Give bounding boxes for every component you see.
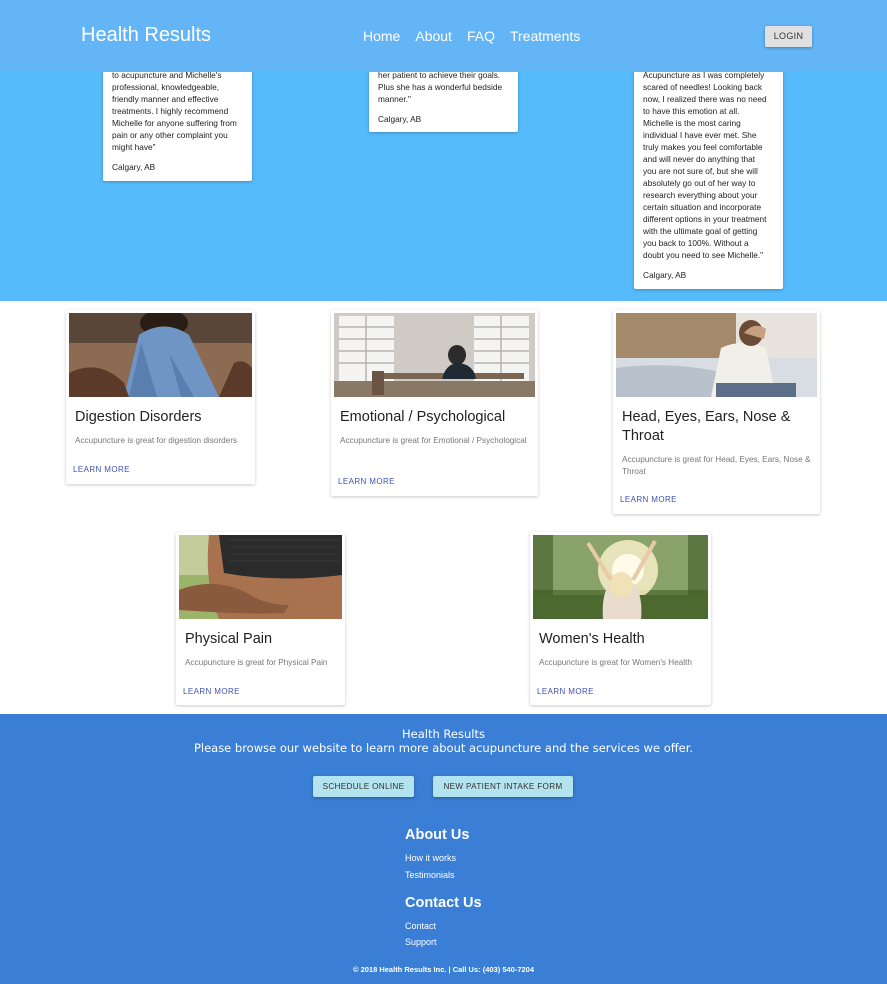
service-card-head: Head, Eyes, Ears, Nose & Throat Accupunc… xyxy=(613,310,820,514)
learn-more-link[interactable]: LEARN MORE xyxy=(537,687,594,696)
copyright-text: © 2018 Health Results Inc. | Call Us: (4… xyxy=(352,965,535,974)
testimonial-location: Calgary, AB xyxy=(378,114,422,124)
service-card-physical: Physical Pain Accupuncture is great for … xyxy=(176,532,345,705)
service-image xyxy=(533,535,708,619)
nav-home[interactable]: Home xyxy=(363,28,400,44)
service-image xyxy=(179,535,342,619)
learn-more-link[interactable]: LEARN MORE xyxy=(183,687,240,696)
learn-more-link[interactable]: LEARN MORE xyxy=(73,465,130,474)
about-heading: About Us xyxy=(405,827,470,843)
service-image xyxy=(69,313,252,397)
service-title: Digestion Disorders xyxy=(75,409,202,425)
footer-link-testimonials[interactable]: Testimonials xyxy=(405,870,455,880)
footer-link-how-it-works[interactable]: How it works xyxy=(405,853,456,863)
nav-faq[interactable]: FAQ xyxy=(467,28,495,44)
footer-title: Health Results xyxy=(402,727,485,741)
schedule-online-button[interactable]: SCHEDULE ONLINE xyxy=(313,776,414,797)
service-description: Accupuncture is great for Women's Health xyxy=(539,658,692,667)
learn-more-link[interactable]: LEARN MORE xyxy=(338,477,395,486)
footer-link-support[interactable]: Support xyxy=(405,937,437,947)
footer-link-contact[interactable]: Contact xyxy=(405,921,436,931)
footer-subtitle: Please browse our website to learn more … xyxy=(193,741,694,755)
service-title: Physical Pain xyxy=(185,631,273,647)
intake-form-button[interactable]: NEW PATIENT INTAKE FORM xyxy=(433,776,573,797)
service-description: Accupuncture is great for Physical Pain xyxy=(185,658,328,667)
site-footer: Health Results Please browse our website… xyxy=(0,714,887,984)
login-button[interactable]: LOGIN xyxy=(765,26,812,47)
learn-more-link[interactable]: LEARN MORE xyxy=(620,495,677,504)
service-description: Accupuncture is great for Head, Eyes, Ea… xyxy=(622,455,811,476)
top-navbar: Health Results Home About FAQ Treatments… xyxy=(0,0,887,72)
contact-heading: Contact Us xyxy=(405,895,482,911)
main-nav: Home About FAQ Treatments xyxy=(363,28,580,44)
service-card-womens: Women's Health Accupuncture is great for… xyxy=(530,532,711,705)
nav-treatments[interactable]: Treatments xyxy=(510,28,580,44)
service-description: Accupuncture is great for Emotional / Ps… xyxy=(340,436,527,445)
service-card-emotional: Emotional / Psychological Accupuncture i… xyxy=(331,310,538,496)
testimonial-location: Calgary, AB xyxy=(643,270,687,280)
service-title: Head, Eyes, Ears, Nose & Throat xyxy=(622,409,791,444)
nav-about[interactable]: About xyxy=(415,28,452,44)
testimonial-location: Calgary, AB xyxy=(112,162,156,172)
service-description: Accupuncture is great for digestion diso… xyxy=(75,436,238,445)
service-image xyxy=(334,313,535,397)
service-card-digestion: Digestion Disorders Accupuncture is grea… xyxy=(66,310,255,484)
brand-logo[interactable]: Health Results xyxy=(81,24,211,47)
service-image xyxy=(616,313,817,397)
service-title: Women's Health xyxy=(539,631,645,647)
service-title: Emotional / Psychological xyxy=(340,409,506,425)
